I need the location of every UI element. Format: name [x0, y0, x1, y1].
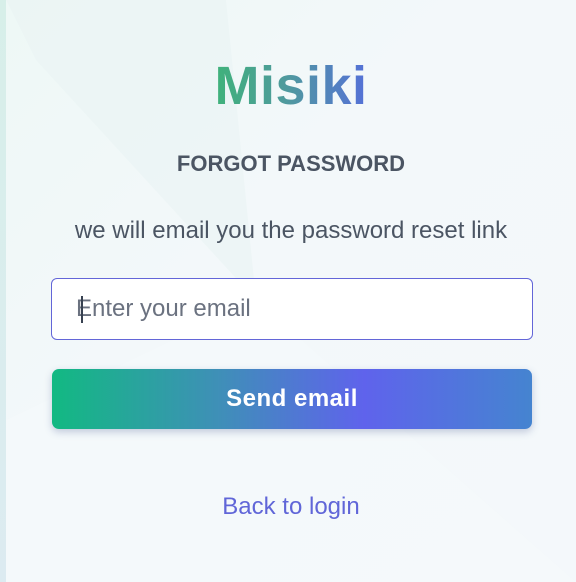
back-to-login-link[interactable]: Back to login	[6, 492, 576, 522]
forgot-password-card: Misiki FORGOT PASSWORD we will email you…	[6, 0, 576, 582]
text-cursor	[81, 296, 83, 323]
send-email-button[interactable]: Send email	[52, 369, 532, 429]
page-title: FORGOT PASSWORD	[176, 151, 406, 176]
instructions-text: we will email you the password reset lin…	[74, 217, 508, 244]
email-input[interactable]	[51, 278, 533, 340]
brand-logo: Misiki	[6, 54, 576, 118]
brand-name: Misiki	[214, 56, 368, 116]
